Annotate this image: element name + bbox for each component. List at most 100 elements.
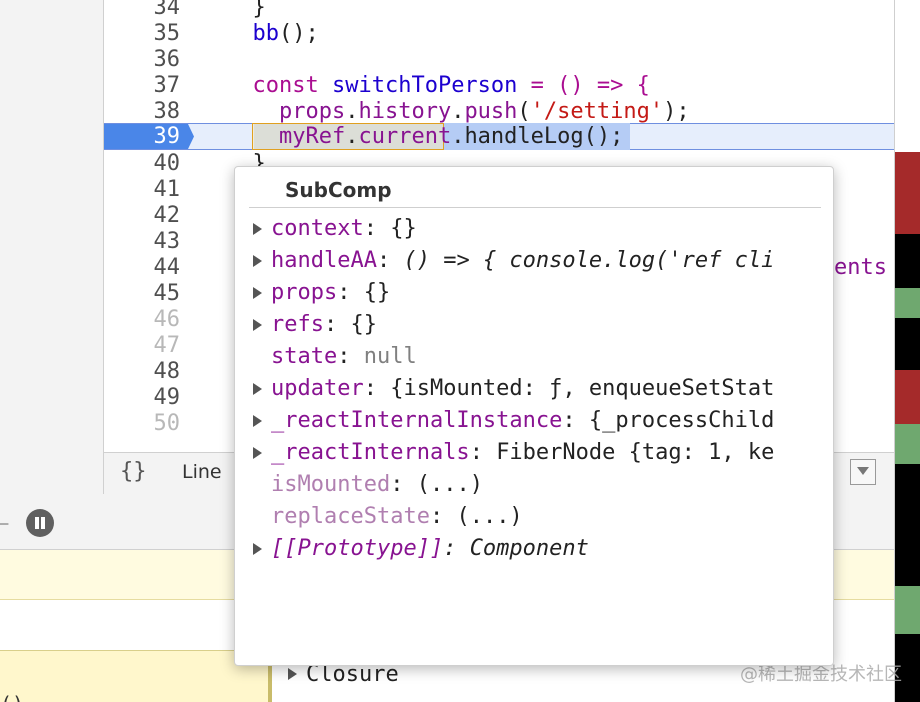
property-row[interactable]: [[Prototype]]: Component	[253, 533, 823, 565]
line-number-gutter[interactable]: 34 35 36 37 38 40 41 42 43 44 45 46 47 48 49 50	[104, 0, 186, 452]
property-entry: [[Prototype]]: Component	[271, 533, 589, 565]
property-entry: handleAA: () => { console.log('ref cli	[271, 245, 774, 277]
property-row[interactable]: state: null	[253, 341, 823, 373]
property-row[interactable]: _reactInternals: FiberNode {tag: 1, ke	[253, 437, 823, 469]
line-number[interactable]: 42	[104, 203, 181, 229]
code-token-object[interactable]: myRef	[279, 124, 345, 149]
line-number[interactable]: 43	[104, 229, 181, 255]
code-token-method: push	[464, 99, 518, 124]
line-number[interactable]: 34	[104, 0, 181, 21]
property-entry: _reactInternalInstance: {_processChild	[271, 405, 774, 437]
property-row[interactable]: isMounted: (...)	[253, 469, 823, 501]
property-key: state	[271, 344, 338, 369]
property-value: Component	[469, 536, 589, 561]
property-key: context	[271, 216, 364, 241]
cursor-position-label: Line	[182, 461, 222, 483]
property-colon: :	[443, 536, 470, 561]
minimap-color-bar	[895, 464, 920, 586]
property-value: {isMounted: ƒ, enqueueSetStat	[390, 376, 775, 401]
code-token-arrow: = () => {	[517, 73, 650, 98]
code-token-keyword: const	[252, 73, 319, 98]
right-side-strip	[894, 0, 920, 702]
property-key: _reactInternals	[271, 440, 470, 465]
property-colon: :	[323, 312, 351, 337]
breakpoint-line-number: 39	[153, 124, 181, 149]
pause-icon[interactable]	[26, 509, 54, 537]
line-number[interactable]: 50	[104, 411, 181, 437]
code-line-39[interactable]: myRef.current.handleLog();	[226, 124, 623, 150]
property-row[interactable]: props: {}	[253, 277, 823, 309]
popover-divider	[249, 207, 821, 208]
code-token-property[interactable]: current	[358, 124, 451, 149]
expand-triangle-icon[interactable]	[288, 668, 297, 680]
property-key: props	[271, 280, 338, 305]
expand-triangle-icon[interactable]	[253, 319, 262, 331]
property-entry: props: {}	[271, 277, 390, 309]
line-number[interactable]: 38	[104, 99, 181, 125]
call-stack-item[interactable]: ()	[0, 692, 24, 702]
object-preview-popover[interactable]: SubComp context: {} handleAA: () => { con…	[234, 166, 834, 666]
property-entry: updater: {isMounted: ƒ, enqueueSetStat	[271, 373, 774, 405]
popover-title: SubComp	[285, 178, 392, 202]
pretty-print-button[interactable]: {}	[120, 459, 147, 484]
property-row[interactable]: replaceState: (...)	[253, 501, 823, 533]
expand-triangle-icon[interactable]	[253, 223, 262, 235]
property-value: (...)	[456, 504, 523, 529]
line-number[interactable]: 46	[104, 307, 181, 333]
property-value: (...)	[416, 472, 483, 497]
property-key: updater	[271, 376, 364, 401]
line-number[interactable]: 41	[104, 177, 181, 203]
code-token-paren: );	[663, 99, 690, 124]
line-number[interactable]: 37	[104, 73, 181, 99]
property-row[interactable]: handleAA: () => { console.log('ref cli	[253, 245, 823, 277]
minimap-color-bar	[895, 152, 920, 234]
line-number[interactable]: 40	[104, 151, 181, 177]
code-token-paren: ();	[583, 124, 624, 149]
code-token-punct: ();	[279, 21, 319, 46]
minimap-color-bar	[895, 288, 920, 318]
code-token-dot: .	[345, 124, 359, 149]
call-stack-pane[interactable]	[0, 650, 272, 702]
property-entry: context: {}	[271, 213, 417, 245]
coverage-dropdown-icon[interactable]	[850, 459, 876, 485]
property-row[interactable]: updater: {isMounted: ƒ, enqueueSetStat	[253, 373, 823, 405]
property-entry: state: null	[271, 341, 417, 373]
property-row[interactable]: refs: {}	[253, 309, 823, 341]
expand-triangle-icon[interactable]	[253, 255, 262, 267]
code-token-string: '/setting'	[530, 99, 664, 124]
expand-triangle-icon[interactable]	[253, 383, 262, 395]
expand-triangle-icon[interactable]	[253, 543, 262, 555]
code-token-dot: .	[451, 99, 465, 124]
property-colon: :	[337, 280, 364, 305]
minimap-color-bar	[895, 0, 920, 152]
code-token-dot: .	[451, 124, 465, 149]
line-number[interactable]: 45	[104, 281, 181, 307]
expand-triangle-icon[interactable]	[253, 415, 262, 427]
line-number[interactable]: 49	[104, 385, 181, 411]
property-row[interactable]: _reactInternalInstance: {_processChild	[253, 405, 823, 437]
minimap-color-bar	[895, 370, 920, 424]
code-line-44-tail: ents	[834, 255, 887, 280]
property-key: [[Prototype]]	[271, 536, 444, 561]
property-key: isMounted	[271, 472, 391, 497]
line-number[interactable]: 36	[104, 47, 181, 73]
line-number[interactable]: 47	[104, 333, 181, 359]
property-key: _reactInternalInstance	[271, 408, 563, 433]
expand-triangle-icon[interactable]	[253, 287, 262, 299]
minimap-color-bar	[895, 424, 920, 464]
code-line-38: props.history.push('/setting');	[226, 99, 690, 125]
line-number[interactable]: 35	[104, 21, 181, 47]
property-row[interactable]: context: {}	[253, 213, 823, 245]
property-value: () => { console.log('ref cli	[403, 248, 775, 273]
property-value: {_processChild	[588, 408, 775, 433]
expand-triangle-icon[interactable]	[253, 447, 262, 459]
line-number[interactable]: 44	[104, 255, 181, 281]
code-token-fn: bb	[252, 21, 280, 46]
property-key: replaceState	[271, 504, 430, 529]
chevron-left-icon[interactable]: –	[0, 516, 8, 532]
code-token-paren: (	[517, 99, 531, 124]
line-number[interactable]: 48	[104, 359, 181, 385]
code-token-method[interactable]: handleLog	[464, 124, 583, 149]
property-value: FiberNode {tag: 1, ke	[496, 440, 775, 465]
property-value: null	[363, 344, 417, 369]
